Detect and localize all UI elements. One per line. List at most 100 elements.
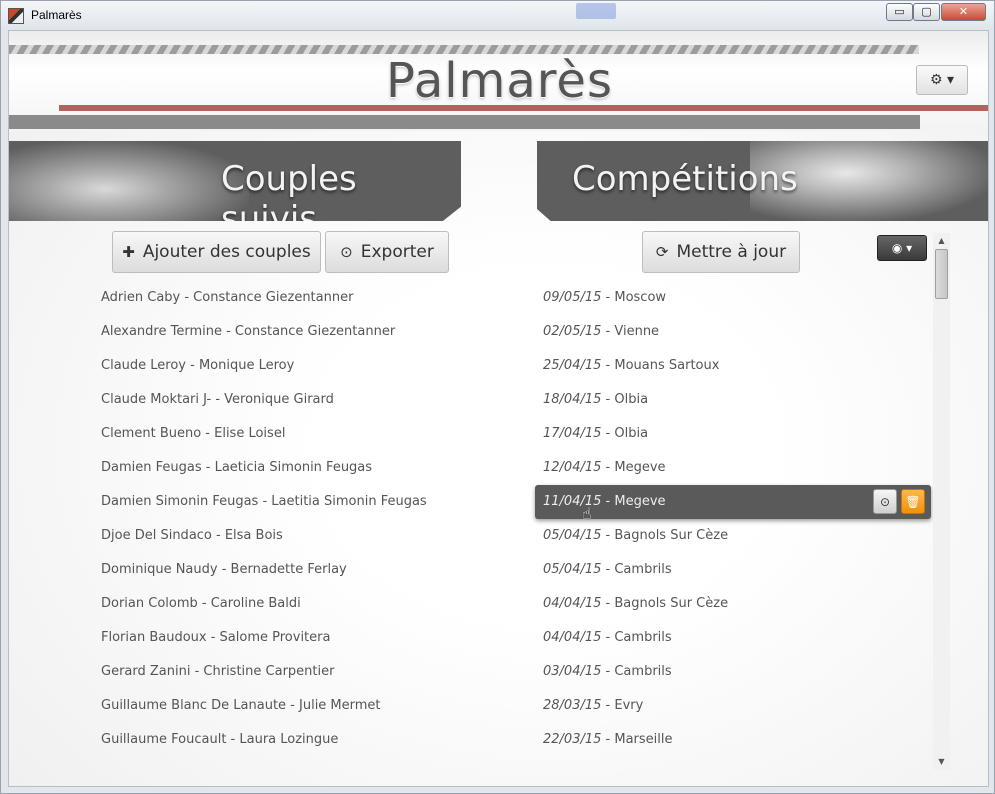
refresh-icon: ⟳	[655, 243, 669, 261]
close-button[interactable]: ✕	[941, 3, 986, 21]
couples-header-photo	[9, 141, 249, 221]
competition-separator: -	[601, 596, 615, 611]
competition-separator: -	[601, 664, 615, 679]
competition-separator: -	[601, 426, 615, 441]
couple-list-item[interactable]: Gerard Zanini - Christine Carpentier	[101, 655, 521, 689]
row-export-icon[interactable]: ⊙	[873, 489, 897, 514]
eye-icon: ◉ ▾	[891, 241, 913, 255]
competition-date: 17/04/15	[543, 426, 602, 441]
maximize-button[interactable]: ▢	[913, 3, 940, 21]
scrollbar[interactable]: ▲ ▼	[933, 233, 950, 770]
trash-icon[interactable]: 🗑	[901, 489, 925, 514]
couple-list-item[interactable]: Damien Simonin Feugas - Laetitia Simonin…	[101, 485, 521, 519]
header-gray-rule	[9, 115, 920, 129]
competition-list-item[interactable]: 18/04/15 - Olbia	[535, 383, 931, 417]
scrollbar-thumb[interactable]	[935, 249, 948, 299]
row-actions: ⊙ 🗑	[873, 489, 925, 514]
competition-list-item[interactable]: 17/04/15 - Olbia	[535, 417, 931, 451]
competitions-panel-header: Compétitions	[537, 141, 988, 221]
competition-list-item[interactable]: 28/03/15 - Evry	[535, 689, 931, 723]
window-title: Palmarès	[31, 8, 82, 22]
couple-list-item[interactable]: Damien Feugas - Laeticia Simonin Feugas	[101, 451, 521, 485]
competition-separator: -	[601, 562, 615, 577]
couple-list-item[interactable]: Florian Baudoux - Salome Provitera	[101, 621, 521, 655]
competition-separator: -	[601, 698, 615, 713]
competition-date: 04/04/15	[543, 596, 602, 611]
couple-list-item[interactable]: Claude Leroy - Monique Leroy	[101, 349, 521, 383]
competition-separator: -	[601, 732, 615, 747]
couples-panel-title: Couples suivis	[221, 159, 357, 221]
competition-list-item[interactable]: 11/04/15 - Megeve ☝ ⊙ 🗑	[535, 485, 931, 523]
competition-separator: -	[601, 358, 615, 373]
add-couples-button[interactable]: ✚ Ajouter des couples	[112, 231, 321, 273]
titlebar-highlight	[576, 3, 616, 19]
competition-date: 22/03/15	[543, 732, 602, 747]
competition-separator: -	[601, 528, 615, 543]
window-frame: Palmarès ⚙ ▾ Couples suivis Compétitions…	[0, 30, 995, 794]
couple-list-item[interactable]: Djoe Del Sindaco - Elsa Bois	[101, 519, 521, 553]
competition-date: 03/04/15	[543, 664, 602, 679]
competition-place: Bagnols Sur Cèze	[614, 528, 729, 543]
competition-place: Cambrils	[614, 562, 672, 577]
competition-place: Bagnols Sur Cèze	[614, 596, 729, 611]
settings-button[interactable]: ⚙ ▾	[916, 65, 968, 95]
competition-list-item[interactable]: 03/04/15 - Cambrils	[535, 655, 931, 689]
export-button[interactable]: ⊙ Exporter	[325, 231, 449, 273]
competition-date: 04/04/15	[543, 630, 602, 645]
competition-list-item[interactable]: 12/04/15 - Megeve	[535, 451, 931, 485]
competition-date: 12/04/15	[543, 460, 602, 475]
competition-date: 09/05/15	[543, 290, 602, 305]
competition-separator: -	[601, 494, 615, 509]
competition-place: Olbia	[614, 426, 649, 441]
competition-place: Megeve	[614, 494, 666, 509]
competition-list-item[interactable]: 25/04/15 - Mouans Sartoux	[535, 349, 931, 383]
competition-place: Cambrils	[614, 664, 672, 679]
couples-panel-header: Couples suivis	[9, 141, 461, 221]
couple-list-item[interactable]: Dominique Naudy - Bernadette Ferlay	[101, 553, 521, 587]
update-label: Mettre à jour	[676, 242, 787, 262]
update-button[interactable]: ⟳ Mettre à jour	[642, 231, 800, 273]
competition-place: Evry	[614, 698, 644, 713]
couple-list-item[interactable]: Clement Bueno - Elise Loisel	[101, 417, 521, 451]
gear-icon: ⚙ ▾	[929, 72, 955, 88]
competition-separator: -	[601, 630, 615, 645]
app-icon	[8, 8, 24, 24]
page-title: Palmarès	[386, 53, 613, 109]
competition-place: Vienne	[614, 324, 660, 339]
competition-separator: -	[601, 324, 615, 339]
competition-date: 25/04/15	[543, 358, 602, 373]
competition-separator: -	[601, 392, 615, 407]
export-label: Exporter	[360, 242, 434, 262]
app-content: Palmarès ⚙ ▾ Couples suivis Compétitions…	[8, 30, 989, 787]
competitions-panel-title: Compétitions	[572, 159, 798, 199]
couple-list-item[interactable]: Dorian Colomb - Caroline Baldi	[101, 587, 521, 621]
competition-place: Megeve	[614, 460, 666, 475]
couple-list-item[interactable]: Alexandre Termine - Constance Giezentann…	[101, 315, 521, 349]
couple-list-item[interactable]: Guillaume Foucault - Laura Lozingue	[101, 723, 521, 757]
competition-separator: -	[601, 460, 615, 475]
competition-list-item[interactable]: 22/03/15 - Marseille	[535, 723, 931, 757]
competition-date: 28/03/15	[543, 698, 602, 713]
competition-list-item[interactable]: 02/05/15 - Vienne	[535, 315, 931, 349]
competition-place: Mouans Sartoux	[614, 358, 720, 373]
couple-list-item[interactable]: Claude Moktari J- - Veronique Girard	[101, 383, 521, 417]
competitions-list: 09/05/15 - Moscow 02/05/15 - Vienne 25/04/…	[535, 281, 931, 757]
competition-place: Cambrils	[614, 630, 672, 645]
visibility-dropdown-button[interactable]: ◉ ▾	[877, 235, 927, 261]
competition-list-item[interactable]: 05/04/15 - Bagnols Sur Cèze	[535, 519, 931, 553]
window-titlebar: Palmarès ▭ ▢ ✕	[0, 0, 995, 30]
scroll-down-arrow-icon[interactable]: ▼	[933, 754, 950, 770]
couples-list: Adrien Caby - Constance Giezentanner Alex…	[101, 281, 521, 757]
plus-icon: ✚	[122, 243, 135, 261]
competition-list-item[interactable]: 05/04/15 - Cambrils	[535, 553, 931, 587]
competition-place: Marseille	[614, 732, 673, 747]
minimize-button[interactable]: ▭	[886, 3, 913, 21]
scroll-up-arrow-icon[interactable]: ▲	[933, 233, 950, 249]
competition-date: 18/04/15	[543, 392, 602, 407]
competition-list-item[interactable]: 04/04/15 - Cambrils	[535, 621, 931, 655]
competition-list-item[interactable]: 09/05/15 - Moscow	[535, 281, 931, 315]
couple-list-item[interactable]: Adrien Caby - Constance Giezentanner	[101, 281, 521, 315]
competition-list-item[interactable]: 04/04/15 - Bagnols Sur Cèze	[535, 587, 931, 621]
couple-list-item[interactable]: Guillaume Blanc De Lanaute - Julie Merme…	[101, 689, 521, 723]
competition-place: Olbia	[614, 392, 649, 407]
